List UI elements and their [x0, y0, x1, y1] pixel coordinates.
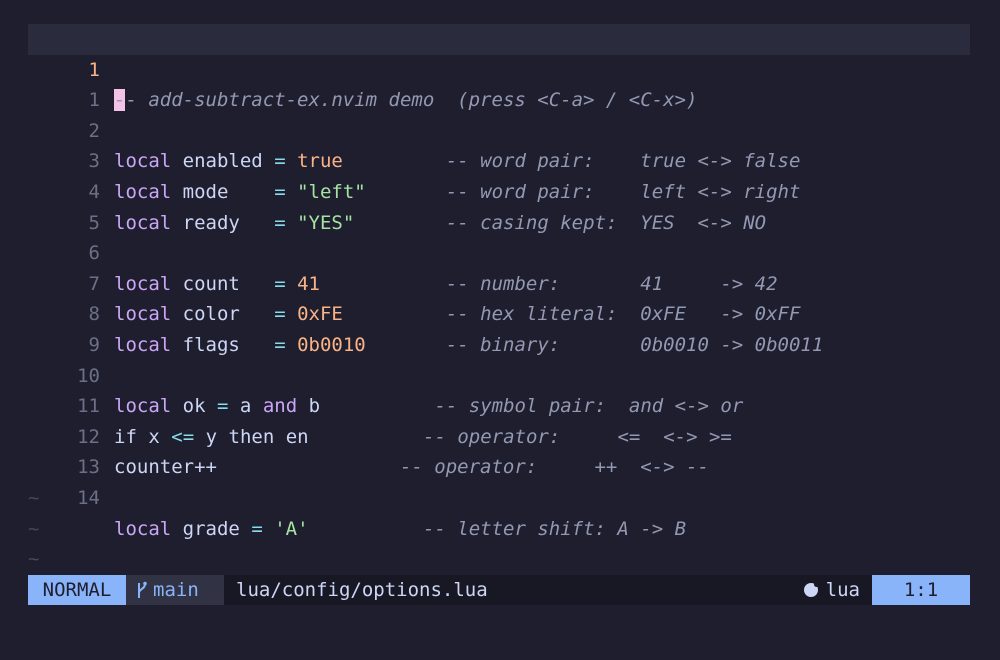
code-line[interactable]: 4 local ready = "YES" -- casing kept: YE…: [28, 146, 970, 234]
code-line[interactable]: 9: [28, 299, 970, 356]
empty-line-marker: ~: [28, 548, 40, 571]
code-line[interactable]: 10 local ok = a and b -- symbol pair: an…: [28, 330, 970, 418]
file-path[interactable]: lua/config/options.lua: [236, 575, 488, 605]
mode-indicator: NORMAL: [28, 575, 126, 605]
code-line[interactable]: 7 local color = 0xFE -- hex literal: 0xF…: [28, 238, 970, 326]
branch-name: main: [153, 579, 199, 601]
filetype-label: lua: [825, 579, 860, 601]
lua-icon: [803, 582, 819, 597]
empty-line-marker: ~: [28, 486, 40, 509]
code-line[interactable]: 1: [28, 55, 970, 111]
code-line[interactable]: 12 counter++ -- operator: ++ <-> --: [28, 391, 970, 479]
filetype: lua: [803, 575, 860, 605]
code-line[interactable]: 11 if x <= y then en -- operator: <= <->…: [28, 361, 970, 448]
statusline: NORMAL main lua/config/options.lua lua 1…: [28, 575, 970, 605]
git-branch-icon: [136, 575, 147, 605]
empty-line-marker: ~: [28, 517, 40, 540]
editor-buffer[interactable]: 1 -- add-subtract-ex.nvim demo (press <C…: [28, 24, 970, 575]
code-line[interactable]: 13: [28, 422, 970, 478]
code-line[interactable]: 14 local grade = 'A' -- letter shift: A …: [28, 452, 970, 540]
code-line[interactable]: 8 local flags = 0b0010 -- binary: 0b0010…: [28, 269, 970, 356]
git-branch[interactable]: main: [126, 575, 224, 605]
code-line[interactable]: 2 local enabled = true -- word pair: tru…: [28, 85, 970, 173]
code-line[interactable]: 6 local count = 41 -- number: 41 -> 42: [28, 208, 970, 295]
code-line[interactable]: 1 -- add-subtract-ex.nvim demo (press <C…: [28, 24, 970, 112]
code-line[interactable]: 5: [28, 177, 970, 234]
code-line[interactable]: 3 local mode = "left" -- word pair: left…: [28, 116, 970, 203]
cursor-position: 1:1: [872, 575, 970, 605]
